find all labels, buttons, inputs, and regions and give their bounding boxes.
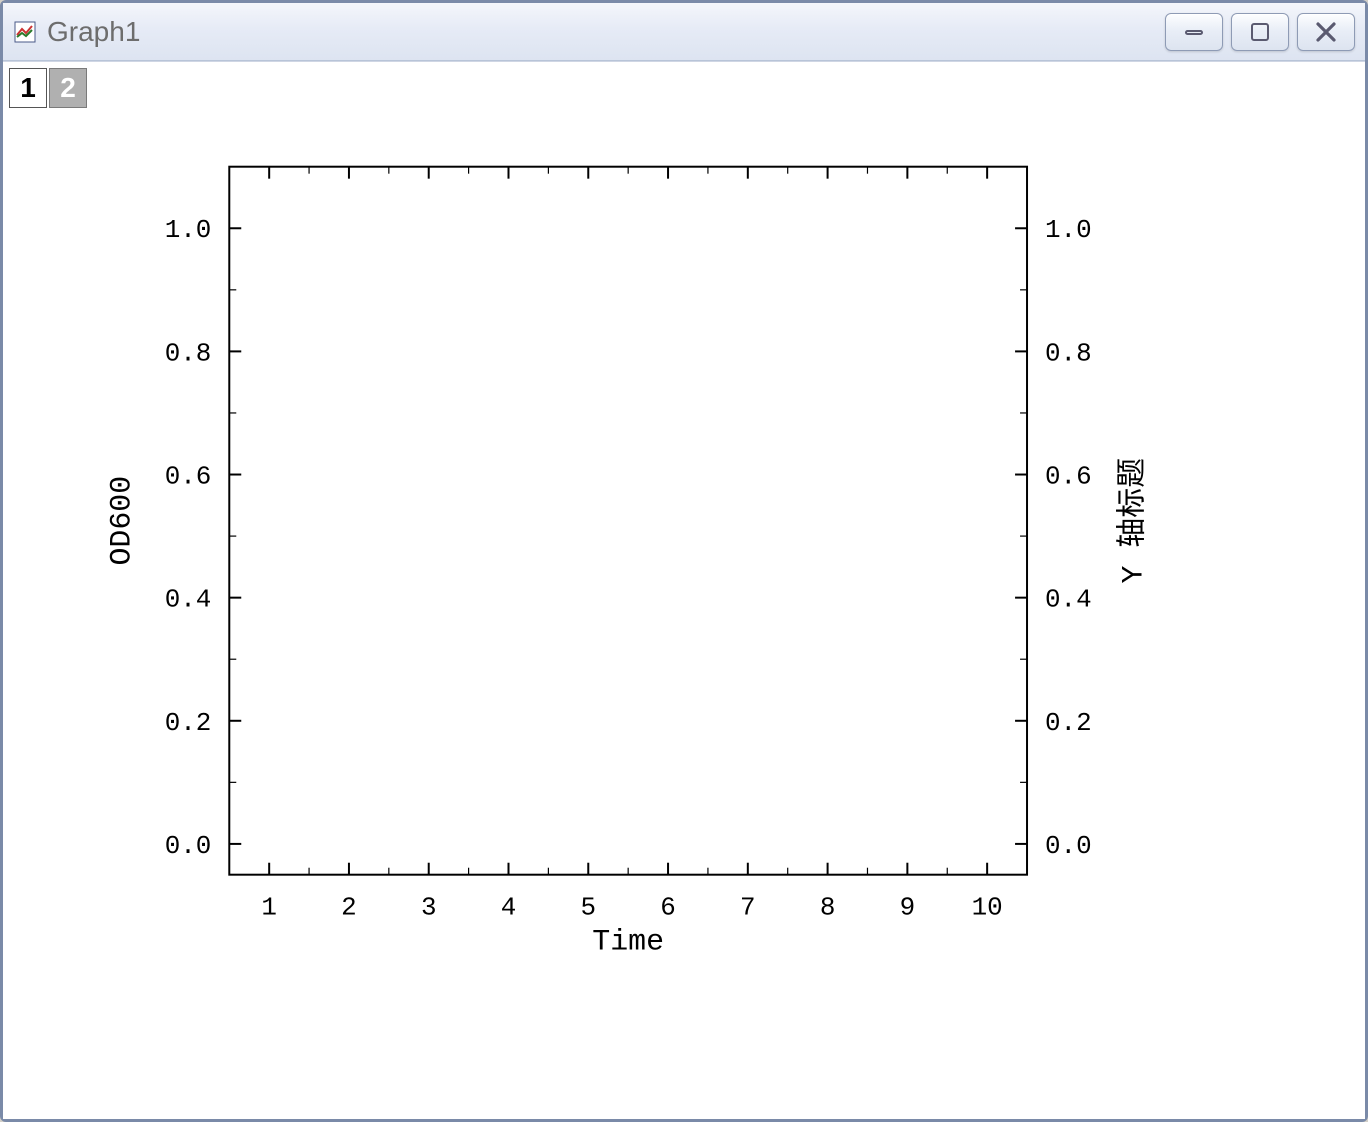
layer-tab-2[interactable]: 2 [49, 68, 87, 108]
chart-svg: 12345678910 0.00.20.40.60.81.0 0.00.20.4… [3, 62, 1365, 1119]
y-axis-left-label[interactable]: OD600 [105, 476, 139, 566]
svg-text:0.2: 0.2 [1045, 708, 1092, 738]
layer-tab-1[interactable]: 1 [9, 68, 47, 108]
y-axis-left [229, 228, 241, 844]
svg-text:9: 9 [900, 893, 916, 923]
svg-text:4: 4 [501, 893, 517, 923]
svg-text:0.4: 0.4 [165, 585, 212, 615]
window-title: Graph1 [47, 16, 1165, 48]
titlebar[interactable]: Graph1 [3, 3, 1365, 61]
svg-text:0.8: 0.8 [1045, 338, 1092, 368]
graph-window: Graph1 1 2 [0, 0, 1368, 1122]
svg-text:6: 6 [660, 893, 676, 923]
y-axis-right-label[interactable]: Y 轴标题 [1116, 458, 1151, 584]
svg-text:0.4: 0.4 [1045, 585, 1092, 615]
client-area: 1 2 12345678910 [3, 61, 1365, 1119]
svg-text:7: 7 [740, 893, 756, 923]
svg-text:0.6: 0.6 [165, 461, 212, 491]
svg-text:3: 3 [421, 893, 437, 923]
y-left-tick-labels: 0.0 0.2 0.4 0.6 0.8 1.0 [165, 215, 212, 861]
svg-text:8: 8 [820, 893, 836, 923]
svg-text:1.0: 1.0 [1045, 215, 1092, 245]
x-axis-label[interactable]: Time [592, 924, 664, 958]
svg-text:0.6: 0.6 [1045, 461, 1092, 491]
maximize-button[interactable] [1231, 13, 1289, 51]
svg-text:2: 2 [341, 893, 357, 923]
svg-text:0.0: 0.0 [1045, 831, 1092, 861]
plot-frame [229, 167, 1027, 875]
svg-text:5: 5 [580, 893, 596, 923]
x-tick-labels: 1 2 3 4 5 6 7 8 9 10 [261, 893, 1002, 923]
window-controls [1165, 13, 1355, 51]
svg-text:1.0: 1.0 [165, 215, 212, 245]
svg-text:0.0: 0.0 [165, 831, 212, 861]
svg-text:0.8: 0.8 [165, 338, 212, 368]
x-axis-top-ticks [269, 167, 987, 179]
layer-tabs: 1 2 [9, 68, 87, 108]
svg-text:0.2: 0.2 [165, 708, 212, 738]
y-axis-right [1015, 228, 1027, 844]
chart-area[interactable]: 12345678910 0.00.20.40.60.81.0 0.00.20.4… [3, 62, 1365, 1119]
app-icon [13, 20, 37, 44]
svg-text:10: 10 [972, 893, 1003, 923]
x-axis [269, 863, 987, 875]
y-right-tick-labels: 0.0 0.2 0.4 0.6 0.8 1.0 [1045, 215, 1092, 861]
minimize-button[interactable] [1165, 13, 1223, 51]
close-button[interactable] [1297, 13, 1355, 51]
svg-text:1: 1 [261, 893, 277, 923]
